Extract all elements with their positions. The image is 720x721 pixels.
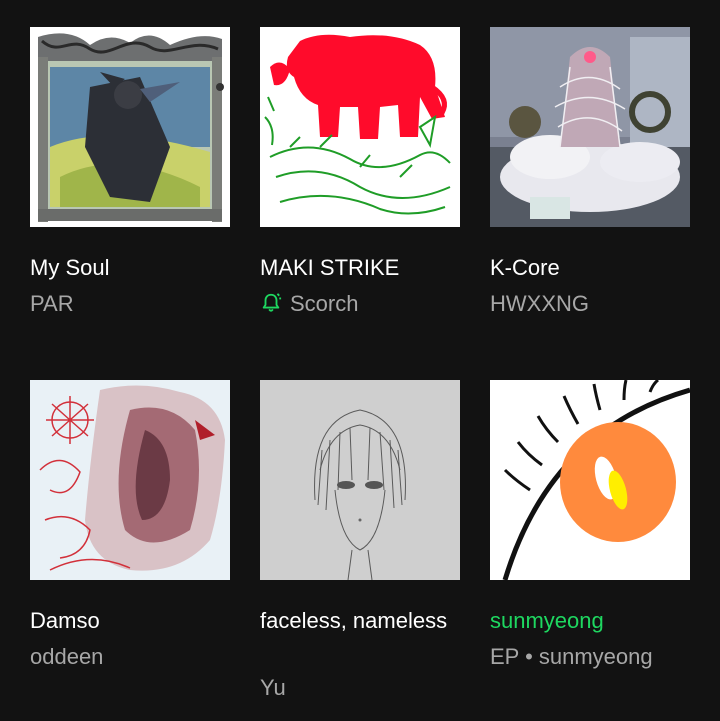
album-cover-k-core[interactable] — [490, 27, 690, 227]
album-artist[interactable]: oddeen — [30, 643, 250, 670]
album-title[interactable]: Damso — [30, 607, 235, 634]
album-artist: Scorch — [290, 291, 359, 316]
album-title[interactable]: MAKI STRIKE — [260, 254, 465, 281]
album-title[interactable]: K-Core — [490, 254, 695, 281]
album-cover-my-soul[interactable] — [30, 27, 230, 227]
new-release-bell-icon — [262, 293, 282, 312]
album-title[interactable]: faceless, nameless — [260, 607, 465, 634]
album-title[interactable]: My Soul — [30, 254, 235, 281]
album-subtitle[interactable]: EP • sunmyeong — [490, 643, 710, 670]
album-cover-faceless-nameless[interactable] — [260, 380, 460, 580]
album-artist[interactable]: HWXXNG — [490, 290, 710, 317]
album-artist[interactable]: Yu — [260, 674, 480, 701]
album-artist[interactable]: PAR — [30, 290, 250, 317]
album-cover-sunmyeong[interactable] — [490, 380, 690, 580]
album-artist-row[interactable]: Scorch — [260, 290, 480, 317]
album-title[interactable]: sunmyeong — [490, 607, 695, 634]
album-cover-maki-strike[interactable] — [260, 27, 460, 227]
album-cover-damso[interactable] — [30, 380, 230, 580]
